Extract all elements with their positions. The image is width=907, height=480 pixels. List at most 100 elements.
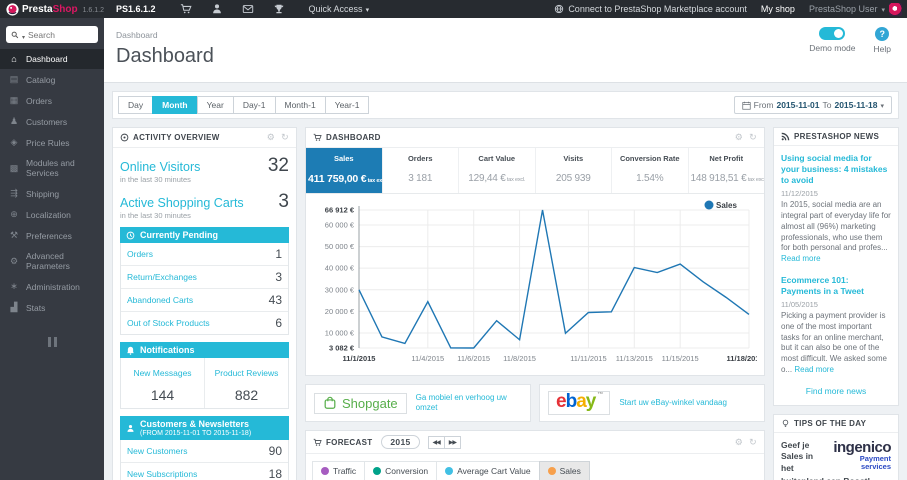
range-button-year[interactable]: Year	[196, 96, 234, 114]
topbar-icons	[180, 3, 285, 15]
sidebar-collapse-button[interactable]	[0, 334, 104, 352]
new-subscriptions-link[interactable]: New Subscriptions	[127, 469, 197, 479]
marketplace-link[interactable]: Connect to PrestaShop Marketplace accoun…	[554, 4, 747, 14]
sidebar-item-administration[interactable]: ∗ Administration	[0, 276, 104, 297]
trophy-icon[interactable]	[273, 3, 285, 15]
sidebar-item-stats[interactable]: ▟ Stats	[0, 297, 104, 318]
news-articles: Using social media for your business: 4 …	[781, 153, 891, 376]
search-scope-caret-icon[interactable]	[22, 26, 25, 44]
forecast-next-button[interactable]: ▶▶	[443, 435, 461, 449]
forecast-prev-button[interactable]: ◀◀	[427, 435, 445, 449]
svg-text:3 082 €: 3 082 €	[329, 344, 355, 353]
svg-text:66 912 €: 66 912 €	[325, 206, 355, 215]
ebay-banner: ebay ™ Start uw eBay-winkel vandaag	[539, 384, 765, 422]
forecast-toggle-traffic[interactable]: Traffic	[312, 461, 366, 480]
panel-refresh-icon[interactable]	[281, 132, 289, 143]
list-item: New Subscriptions 18	[121, 463, 288, 480]
forecast-toggle-conversion[interactable]: Conversion	[364, 461, 438, 480]
find-more-news-link[interactable]: Find more news	[781, 386, 891, 396]
panel-settings-icon[interactable]	[267, 132, 275, 143]
user-menu[interactable]: PrestaShop User	[809, 2, 902, 16]
forecast-nav: ◀◀ ▶▶	[427, 435, 461, 449]
help-control: ? Help	[874, 27, 891, 54]
sidebar-item-catalog[interactable]: ▤ Catalog	[0, 69, 104, 90]
news-article: Using social media for your business: 4 …	[781, 153, 891, 265]
prestashop-logo[interactable]: PrestaShop 1.6.1.2 PS1.6.1.2	[0, 2, 162, 16]
list-item: Return/Exchanges 3	[121, 266, 288, 289]
my-shop-link[interactable]: My shop	[761, 4, 795, 14]
kpi-tab-conversion-rate[interactable]: Conversion Rate 1.54%	[612, 148, 689, 193]
forecast-toggles: Traffic Conversion Average Cart Value Sales	[312, 461, 757, 480]
panel-settings-icon[interactable]	[735, 437, 743, 448]
active-carts-value: 3	[278, 191, 289, 212]
help-icon[interactable]: ?	[875, 27, 890, 41]
prestashop-news-panel: PRESTASHOP NEWS Using social media for y…	[773, 127, 899, 406]
range-button-day[interactable]: Day	[118, 96, 154, 114]
abandoned-carts-link[interactable]: Abandoned Carts	[127, 295, 193, 305]
sidebar-item-advanced-parameters[interactable]: ⚙ Advanced Parameters	[0, 246, 104, 276]
new-messages-link[interactable]: New Messages	[133, 368, 191, 378]
svg-text:11/1/2015: 11/1/2015	[343, 354, 376, 363]
forecast-year[interactable]: 2015	[381, 435, 420, 449]
notifications-section: Notifications New Messages 144 Product Rev…	[120, 342, 289, 409]
sidebar-item-localization[interactable]: ⊕ Localization	[0, 204, 104, 225]
list-item: Abandoned Carts 43	[121, 289, 288, 312]
svg-text:11/11/2015: 11/11/2015	[570, 354, 606, 363]
page-header: Dashboard Dashboard Demo mode ? Help	[104, 18, 907, 83]
news-article-title[interactable]: Using social media for your business: 4 …	[781, 153, 891, 186]
sidebar-item-modules-and-services[interactable]: ▩ Modules and Services	[0, 153, 104, 183]
ebay-link[interactable]: Start uw eBay-winkel vandaag	[619, 398, 727, 408]
return-exchanges-link[interactable]: Return/Exchanges	[127, 272, 197, 282]
svg-text:11/4/2015: 11/4/2015	[411, 354, 444, 363]
read-more-link[interactable]: Read more	[781, 254, 821, 263]
orders-link[interactable]: Orders	[127, 249, 153, 259]
modules-and-services-icon: ▩	[9, 162, 19, 173]
search-input[interactable]	[28, 29, 93, 40]
sidebar-item-dashboard[interactable]: ⌂ Dashboard	[0, 49, 104, 69]
panel-refresh-icon[interactable]	[749, 437, 757, 448]
sidebar-item-orders[interactable]: ▦ Orders	[0, 90, 104, 111]
sidebar-item-price-rules[interactable]: ◈ Price Rules	[0, 132, 104, 153]
panel-refresh-icon[interactable]	[749, 132, 757, 143]
page-title: Dashboard	[116, 45, 214, 67]
range-button-month[interactable]: Month	[152, 96, 198, 114]
forecast-toggle-sales[interactable]: Sales	[538, 461, 590, 480]
dashboard-icon: ⌂	[11, 54, 17, 64]
news-article-title[interactable]: Ecommerce 101: Payments in a Tweet	[781, 275, 891, 297]
svg-text:30 000 €: 30 000 €	[325, 285, 355, 294]
messages-icon[interactable]	[242, 3, 254, 15]
customers-topbar-icon[interactable]	[211, 3, 223, 15]
sidebar-search[interactable]	[6, 26, 98, 43]
kpi-tab-visits[interactable]: Visits 205 939	[536, 148, 612, 193]
person-icon	[127, 424, 134, 432]
date-from: 2015-11-01	[776, 100, 820, 110]
news-article-excerpt: In 2015, social media are an integral pa…	[781, 200, 891, 264]
sidebar-item-preferences[interactable]: ⚒ Preferences	[0, 225, 104, 246]
read-more-link[interactable]: Read more	[794, 365, 834, 374]
active-carts-link[interactable]: Active Shopping Carts	[120, 196, 244, 210]
kpi-tab-orders[interactable]: Orders 3 181	[383, 148, 459, 193]
out-of-stock-products-link[interactable]: Out of Stock Products	[127, 318, 210, 328]
product-reviews-link[interactable]: Product Reviews	[215, 368, 279, 378]
svg-text:40 000 €: 40 000 €	[325, 264, 355, 273]
range-button-month-1[interactable]: Month-1	[274, 96, 326, 114]
panel-settings-icon[interactable]	[735, 132, 743, 143]
range-button-year-1[interactable]: Year-1	[324, 96, 370, 114]
online-visitors-link[interactable]: Online Visitors	[120, 160, 200, 174]
cart-icon[interactable]	[180, 3, 192, 15]
new-customers-link[interactable]: New Customers	[127, 446, 187, 456]
svg-text:60 000 €: 60 000 €	[325, 220, 355, 229]
breadcrumb[interactable]: Dashboard	[116, 30, 158, 40]
kpi-tab-net-profit[interactable]: Net Profit148 918,51 € tax excl.	[689, 148, 765, 193]
kpi-tab-sales[interactable]: Sales411 759,00 € tax excl.	[306, 148, 383, 193]
chevron-down-icon	[881, 4, 885, 14]
forecast-toggle-average-cart-value[interactable]: Average Cart Value	[436, 461, 540, 480]
date-range-picker[interactable]: From 2015-11-01 To 2015-11-18	[733, 96, 892, 114]
shopgate-link[interactable]: Ga mobiel en verhoog uw omzet	[416, 393, 522, 413]
sidebar-item-shipping[interactable]: ⇶ Shipping	[0, 183, 104, 204]
quick-access-menu[interactable]: Quick Access	[309, 4, 370, 14]
sidebar-item-customers[interactable]: ♟ Customers	[0, 111, 104, 132]
kpi-tab-cart-value[interactable]: Cart Value 129,44 € tax excl.	[459, 148, 536, 193]
range-button-day-1[interactable]: Day-1	[232, 96, 276, 114]
demo-mode-toggle[interactable]	[819, 27, 846, 40]
